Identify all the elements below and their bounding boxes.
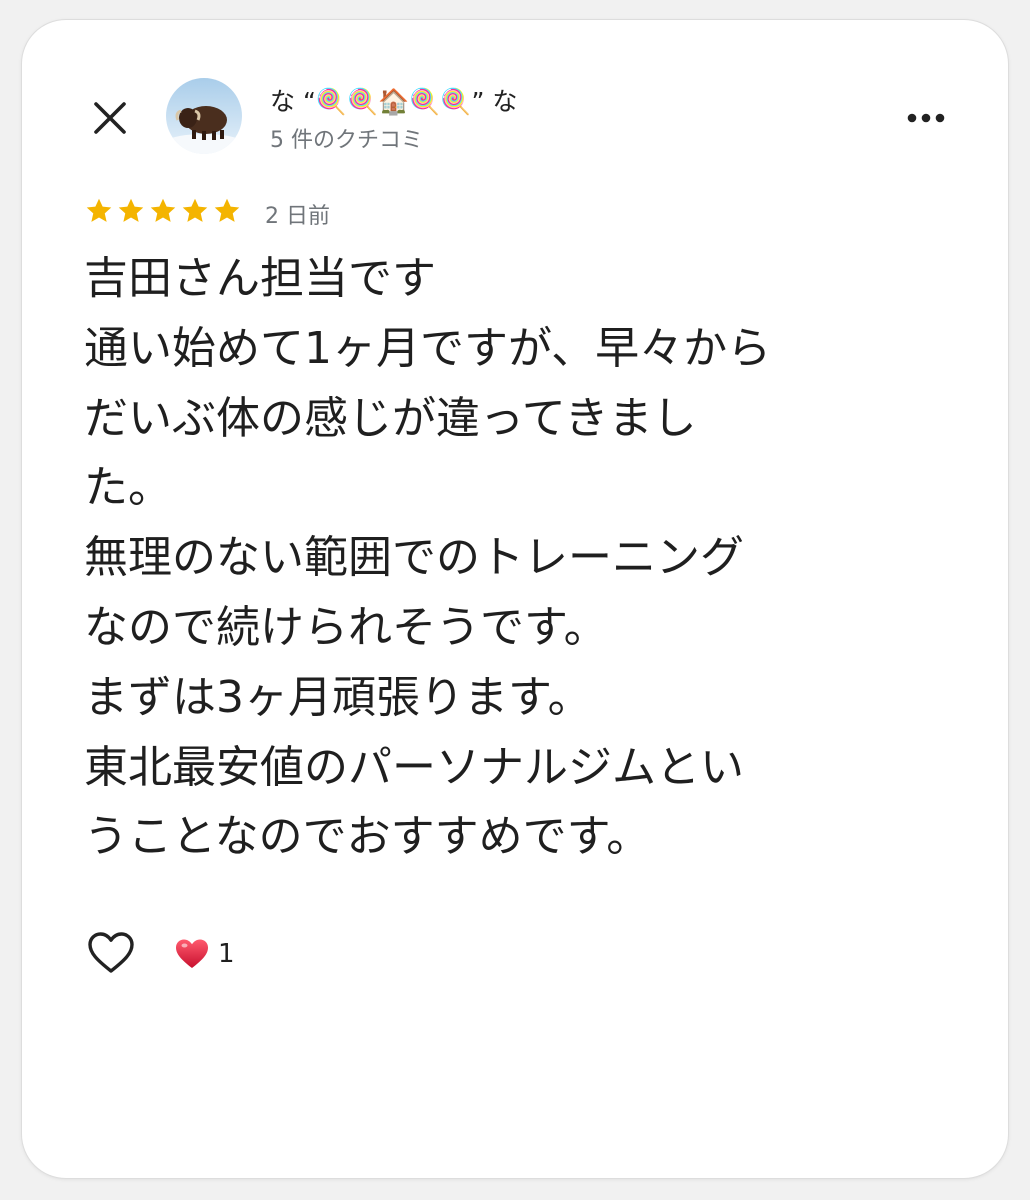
like-button[interactable] <box>86 930 136 976</box>
reviewer-review-count: 5 件のクチコミ <box>270 128 423 153</box>
close-button[interactable] <box>88 96 132 140</box>
review-text: 吉田さん担当です 通い始めて1ヶ月ですが、早々から だいぶ体の感じが違ってきまし… <box>84 253 772 863</box>
close-icon <box>94 102 126 134</box>
more-options-button[interactable] <box>902 100 950 136</box>
star-icon <box>150 198 176 222</box>
star-icon <box>214 198 240 222</box>
review-card: な “🍭🍭🏠🍭🍭” な 5 件のクチコミ 2 日前 吉田さん担当です 通い始めて… <box>22 20 1008 1178</box>
star-rating <box>84 196 242 226</box>
star-icon <box>86 198 112 222</box>
star-icon <box>118 198 144 222</box>
heart-reaction[interactable]: 1 <box>174 934 235 974</box>
heart-outline-icon <box>88 932 134 973</box>
musk-ox-avatar-icon <box>166 78 242 154</box>
reviewer-name[interactable]: な “🍭🍭🏠🍭🍭” な <box>270 82 517 118</box>
review-date: 2 日前 <box>265 204 330 229</box>
avatar[interactable] <box>166 78 242 154</box>
red-heart-icon <box>176 939 208 968</box>
reaction-count: 1 <box>218 939 235 969</box>
star-icon <box>182 198 208 222</box>
more-options-icon <box>907 113 945 123</box>
